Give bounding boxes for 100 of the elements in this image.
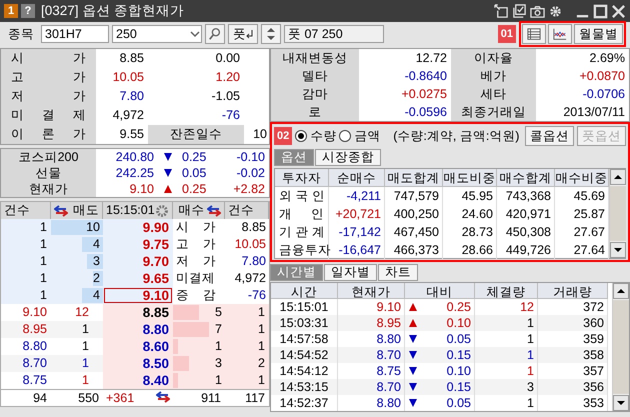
radio-label[interactable]: 수량 (310, 128, 336, 144)
tab[interactable]: 시장종합 (315, 149, 381, 166)
change-cell-text: 1.20 (214, 69, 241, 86)
table-cell: -17,142 (329, 223, 385, 241)
table-cell: 400,250 (385, 205, 443, 223)
radio-button[interactable] (339, 130, 352, 142)
tab[interactable]: 옵션 (274, 149, 314, 166)
table-cell: 28.66 (443, 241, 497, 259)
table-cell: 467,450 (385, 223, 443, 241)
total-volume-cell: 358 (538, 347, 608, 363)
change-cell-text: -76 (220, 107, 241, 124)
scrollbar[interactable] (612, 283, 629, 411)
greek-label: 내재변동성 (271, 49, 359, 67)
bid-count: 1 (225, 304, 269, 321)
row-label: 이 론 가 (1, 125, 96, 144)
investor-name: 개 인 (275, 205, 329, 223)
index-value: 242.25 (114, 165, 155, 181)
monthly-button[interactable]: 월물별 (574, 24, 623, 44)
scroll-up-icon[interactable] (610, 169, 626, 185)
popout-window-icon[interactable] (494, 4, 509, 18)
swap-arrows-icon[interactable] (156, 390, 170, 404)
column-header: 매도 (73, 202, 99, 219)
change-cell: 0.05 (446, 331, 471, 347)
tick-price: 8.95 (1, 321, 51, 338)
strike-dropdown[interactable]: 250 (112, 25, 202, 43)
volume-cell: 1 (475, 315, 538, 331)
camera-icon[interactable] (530, 4, 545, 18)
scrollbar[interactable] (609, 169, 626, 258)
radio-button[interactable] (295, 130, 308, 142)
greek-value: +0.0275 (400, 86, 448, 103)
row-label: 저 가 (1, 87, 96, 106)
swap-arrows-icon[interactable] (207, 204, 221, 218)
bid-price: 8.85 (103, 304, 173, 321)
scroll-down-icon[interactable] (610, 242, 626, 258)
investor-name: 외 국 인 (275, 187, 329, 205)
time-cell: 14:52:37 (271, 395, 338, 411)
index-change: 0.25 (181, 181, 208, 197)
remaining-days-label: 잔존일수 (148, 125, 244, 144)
marker-badge: 01 (498, 25, 516, 43)
column-header: 대비 (405, 283, 475, 299)
spinner-arrows-icon[interactable] (261, 24, 281, 44)
column-header: 매수합계 (497, 169, 555, 187)
scroll-up-icon[interactable] (613, 283, 629, 299)
table-cell: -16,647 (329, 241, 385, 259)
bid-price: 8.40 (103, 372, 173, 389)
column-header: 15:15:01 (106, 202, 155, 219)
checklist-icon[interactable] (512, 4, 527, 18)
bid-quantity: 5 (215, 304, 223, 321)
greek-label: 감마 (271, 85, 359, 103)
ask-count: 1 (1, 270, 51, 287)
column-header: 시간 (271, 283, 338, 299)
bid-quantity: 1 (215, 338, 223, 355)
ask-quantity: 4 (93, 287, 101, 304)
column-header: 체결량 (475, 283, 538, 299)
value-cell-text: 7.80 (118, 88, 145, 105)
index-change: 0.05 (181, 165, 208, 181)
table-cell: 466,373 (385, 241, 443, 259)
search-icon[interactable] (205, 24, 225, 44)
help-button[interactable]: ? (21, 4, 35, 18)
bid-count: 1 (225, 338, 269, 355)
bid-price: 8.80 (103, 321, 173, 338)
row-label: 미 결 제 (1, 106, 96, 125)
change-cell: 0.15 (446, 347, 471, 363)
scroll-down-icon[interactable] (613, 395, 629, 411)
investor-name: 금융투자 (275, 241, 329, 259)
table-cell: -4,211 (329, 187, 385, 205)
greek-label: 로 (271, 103, 359, 121)
greek-value: 2013/07/11 (562, 104, 626, 121)
greek-label: 세타 (451, 85, 536, 103)
column-header: 건수 (4, 202, 30, 219)
tab[interactable]: 시간별 (270, 264, 323, 281)
change-cell-text: 0.00 (214, 50, 241, 67)
total-volume-cell: 353 (538, 395, 608, 411)
close-icon[interactable] (611, 4, 626, 18)
index-value: 9.10 (128, 181, 155, 197)
list-icon[interactable] (522, 24, 546, 44)
swap-arrows-icon[interactable] (54, 204, 68, 218)
greek-value: -0.0596 (404, 104, 448, 121)
summary-label: 고 가 (176, 236, 216, 253)
settings-icon[interactable] (548, 4, 563, 18)
option-button[interactable]: 콜옵션 (525, 126, 574, 146)
line-chart-icon[interactable] (548, 24, 572, 44)
summary-label: 미결제 (176, 270, 216, 287)
summary-value: 8.85 (242, 219, 266, 236)
bid-count: 1 (225, 321, 269, 338)
put-button[interactable]: 풋 (228, 24, 258, 44)
radio-label[interactable]: 금액 (354, 128, 380, 144)
value-cell-text: 9.55 (118, 126, 145, 143)
tab[interactable]: 차트 (378, 264, 418, 281)
maximize-icon[interactable] (593, 4, 608, 18)
tab[interactable]: 일자별 (324, 264, 377, 281)
tick-quantity: 1 (51, 321, 103, 338)
unit-note: (수량:계약, 금액:억원) (393, 128, 520, 144)
column-header: 매도비중 (443, 169, 497, 187)
value-cell-text: 4,972 (112, 107, 145, 124)
greek-value: -0.8640 (404, 68, 448, 85)
investor-name: 기 관 계 (275, 223, 329, 241)
bid-quantity: 3 (215, 355, 223, 372)
window-title: [0327] 옵션 종합현재가 (41, 2, 186, 20)
code-field[interactable]: 301H7 (41, 25, 109, 43)
